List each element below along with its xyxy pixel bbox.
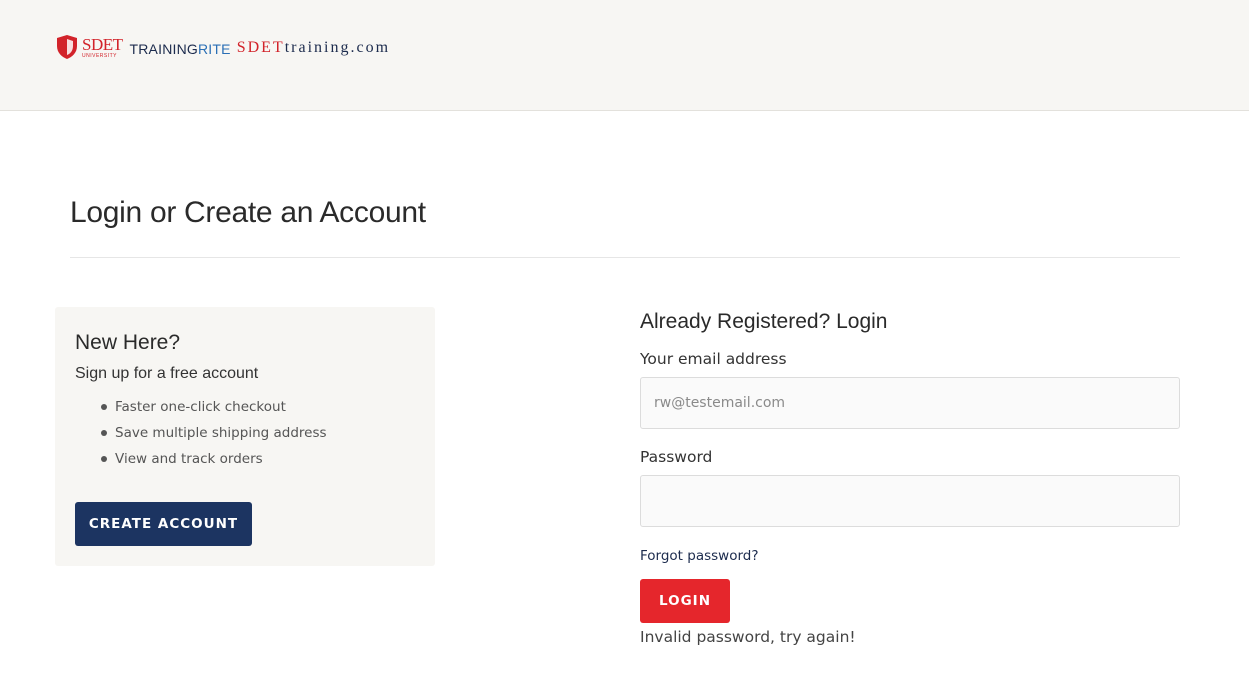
logo-sdet-text: SDET — [82, 34, 123, 54]
trainingrite-wordmark: TRAININGRITE — [130, 42, 231, 56]
benefit-item: Save multiple shipping address — [101, 423, 327, 449]
sdettraining-wordmark: SDETtraining.com — [237, 40, 390, 56]
benefits-list: Faster one-click checkout Save multiple … — [101, 397, 327, 475]
title-divider — [70, 257, 1180, 258]
create-account-button[interactable]: CREATE ACCOUNT — [75, 502, 252, 546]
benefit-item: View and track orders — [101, 449, 327, 475]
new-account-subheading: Sign up for a free account — [75, 365, 259, 382]
password-label: Password — [640, 448, 713, 466]
site-header: SDET UNIVERSITY TRAININGRITE SDETtrainin… — [0, 0, 1249, 111]
email-input[interactable] — [640, 377, 1180, 429]
shield-logo-icon — [57, 35, 77, 59]
forgot-password-link[interactable]: Forgot password? — [640, 548, 759, 564]
site-logo[interactable]: SDET UNIVERSITY TRAININGRITE SDETtrainin… — [55, 33, 390, 61]
logo-rite-text: RITE — [198, 40, 231, 57]
password-input[interactable] — [640, 475, 1180, 527]
benefit-item: Faster one-click checkout — [101, 397, 327, 423]
new-account-panel: New Here? Sign up for a free account Fas… — [55, 307, 435, 566]
logo-training-com-text: training.com — [284, 39, 391, 56]
login-button[interactable]: LOGIN — [640, 579, 730, 623]
logo-sdet2-text: SDET — [236, 39, 285, 56]
logo-training-text: TRAINING — [129, 40, 198, 57]
email-label: Your email address — [640, 350, 787, 368]
sdet-university-wordmark: SDET UNIVERSITY — [82, 36, 123, 59]
login-error-message: Invalid password, try again! — [640, 628, 856, 646]
logo-university-text: UNIVERSITY — [82, 52, 118, 59]
new-account-heading: New Here? — [75, 331, 181, 354]
page-title: Login or Create an Account — [70, 196, 426, 229]
login-heading: Already Registered? Login — [640, 310, 888, 333]
